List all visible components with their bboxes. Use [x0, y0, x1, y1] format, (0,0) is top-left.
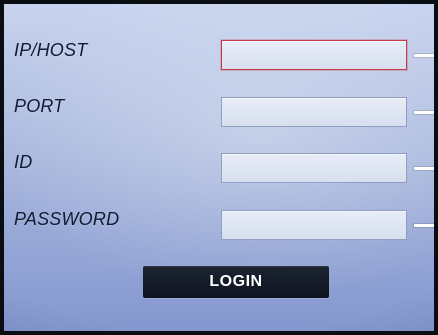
id-label: ID: [14, 152, 33, 172]
password-input[interactable]: [222, 211, 406, 239]
port-field[interactable]: [221, 97, 407, 127]
field-indicator-line: [414, 224, 434, 227]
field-indicator-line: [414, 111, 434, 114]
login-button[interactable]: LOGIN: [143, 266, 329, 298]
id-input[interactable]: [222, 154, 406, 182]
port-label: PORT: [14, 96, 65, 116]
login-screen: IP/HOST PORT ID PASSWORD LOGIN: [0, 0, 438, 335]
id-field[interactable]: [221, 153, 407, 183]
ip-host-label: IP/HOST: [14, 40, 88, 60]
field-indicator-line: [414, 167, 434, 170]
ip-host-field[interactable]: [221, 40, 407, 70]
port-input[interactable]: [222, 98, 406, 126]
field-indicator-line: [414, 54, 434, 57]
password-label: PASSWORD: [14, 209, 120, 229]
password-field[interactable]: [221, 210, 407, 240]
ip-host-input[interactable]: [222, 41, 406, 69]
